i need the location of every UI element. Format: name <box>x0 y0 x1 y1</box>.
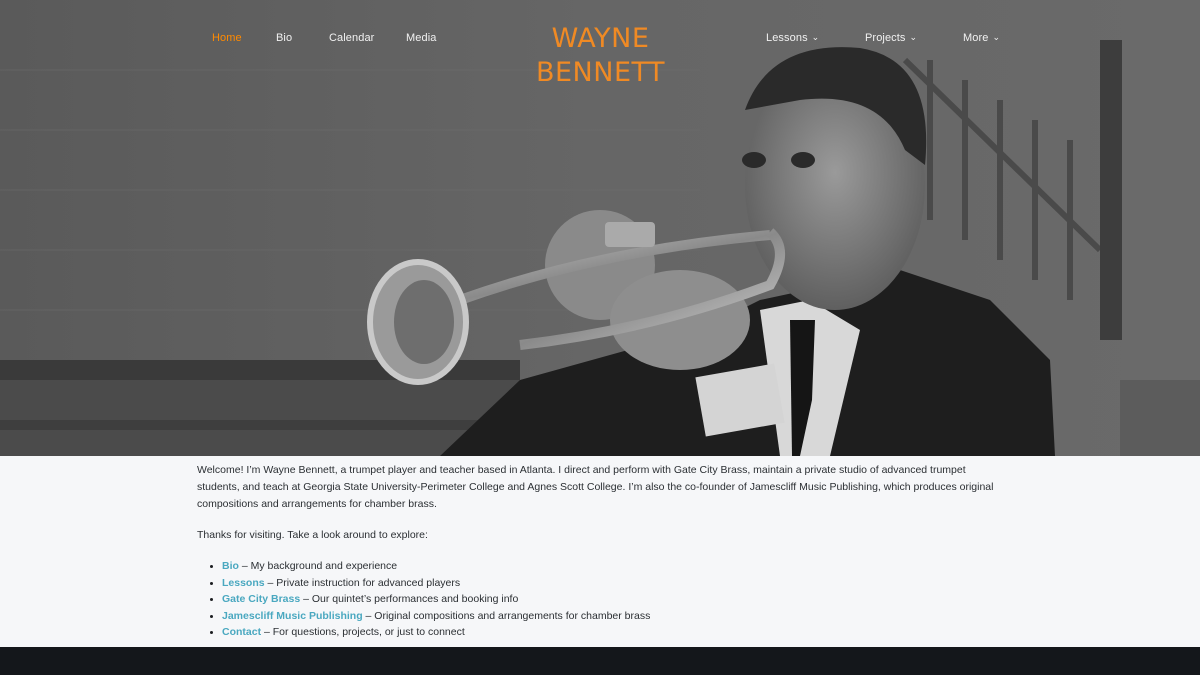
list-item: Contact – For questions, projects, or ju… <box>222 624 997 641</box>
intro-paragraph: Welcome! I’m Wayne Bennett, a trumpet pl… <box>197 464 994 510</box>
nav-projects[interactable]: Projects ⌄ <box>865 32 917 44</box>
nav-calendar[interactable]: Calendar <box>329 32 374 44</box>
thanks-paragraph: Thanks for visiting. Take a look around … <box>197 529 428 541</box>
nav-home[interactable]: Home <box>212 32 242 44</box>
link-description: – Private instruction for advanced playe… <box>264 576 461 589</box>
link-gate-city-brass[interactable]: Gate City Brass <box>222 593 300 605</box>
list-item: Jamescliff Music Publishing – Original c… <box>222 608 997 625</box>
nav-lessons[interactable]: Lessons ⌄ <box>766 32 819 44</box>
link-lessons[interactable]: Lessons <box>222 577 265 589</box>
site-logo[interactable]: WAYNE BENNETT <box>484 22 717 88</box>
nav-projects-label: Projects <box>865 32 906 44</box>
nav-lessons-label: Lessons <box>766 32 808 44</box>
hero-banner: Home Bio Calendar Media WAYNE BENNETT Le… <box>0 0 1200 456</box>
chevron-down-icon: ⌄ <box>909 32 918 42</box>
link-contact[interactable]: Contact <box>222 626 261 638</box>
nav-media[interactable]: Media <box>406 32 436 44</box>
nav-more[interactable]: More ⌄ <box>963 32 1000 44</box>
link-description: – Original compositions and arrangements… <box>362 609 651 622</box>
list-item: Bio – My background and experience <box>222 558 997 575</box>
explore-list: Bio – My background and experience Lesso… <box>197 558 997 641</box>
footer <box>0 647 1200 675</box>
chevron-down-icon: ⌄ <box>811 32 820 42</box>
link-description: – My background and experience <box>238 560 398 572</box>
link-bio[interactable]: Bio <box>222 560 239 572</box>
nav-bio[interactable]: Bio <box>276 32 292 44</box>
list-item: Lessons – Private instruction for advanc… <box>222 575 997 592</box>
link-description: – Our quintet’s performances and booking… <box>300 593 519 605</box>
chevron-down-icon: ⌄ <box>992 32 1001 42</box>
main-navigation: Home Bio Calendar Media WAYNE BENNETT Le… <box>0 0 1200 88</box>
nav-more-label: More <box>963 32 989 44</box>
main-content: Welcome! I’m Wayne Bennett, a trumpet pl… <box>197 462 997 641</box>
list-item: Gate City Brass – Our quintet’s performa… <box>222 591 997 608</box>
link-description: – For questions, projects, or just to co… <box>261 626 465 638</box>
link-jamescliff-music-publishing[interactable]: Jamescliff Music Publishing <box>222 610 363 622</box>
